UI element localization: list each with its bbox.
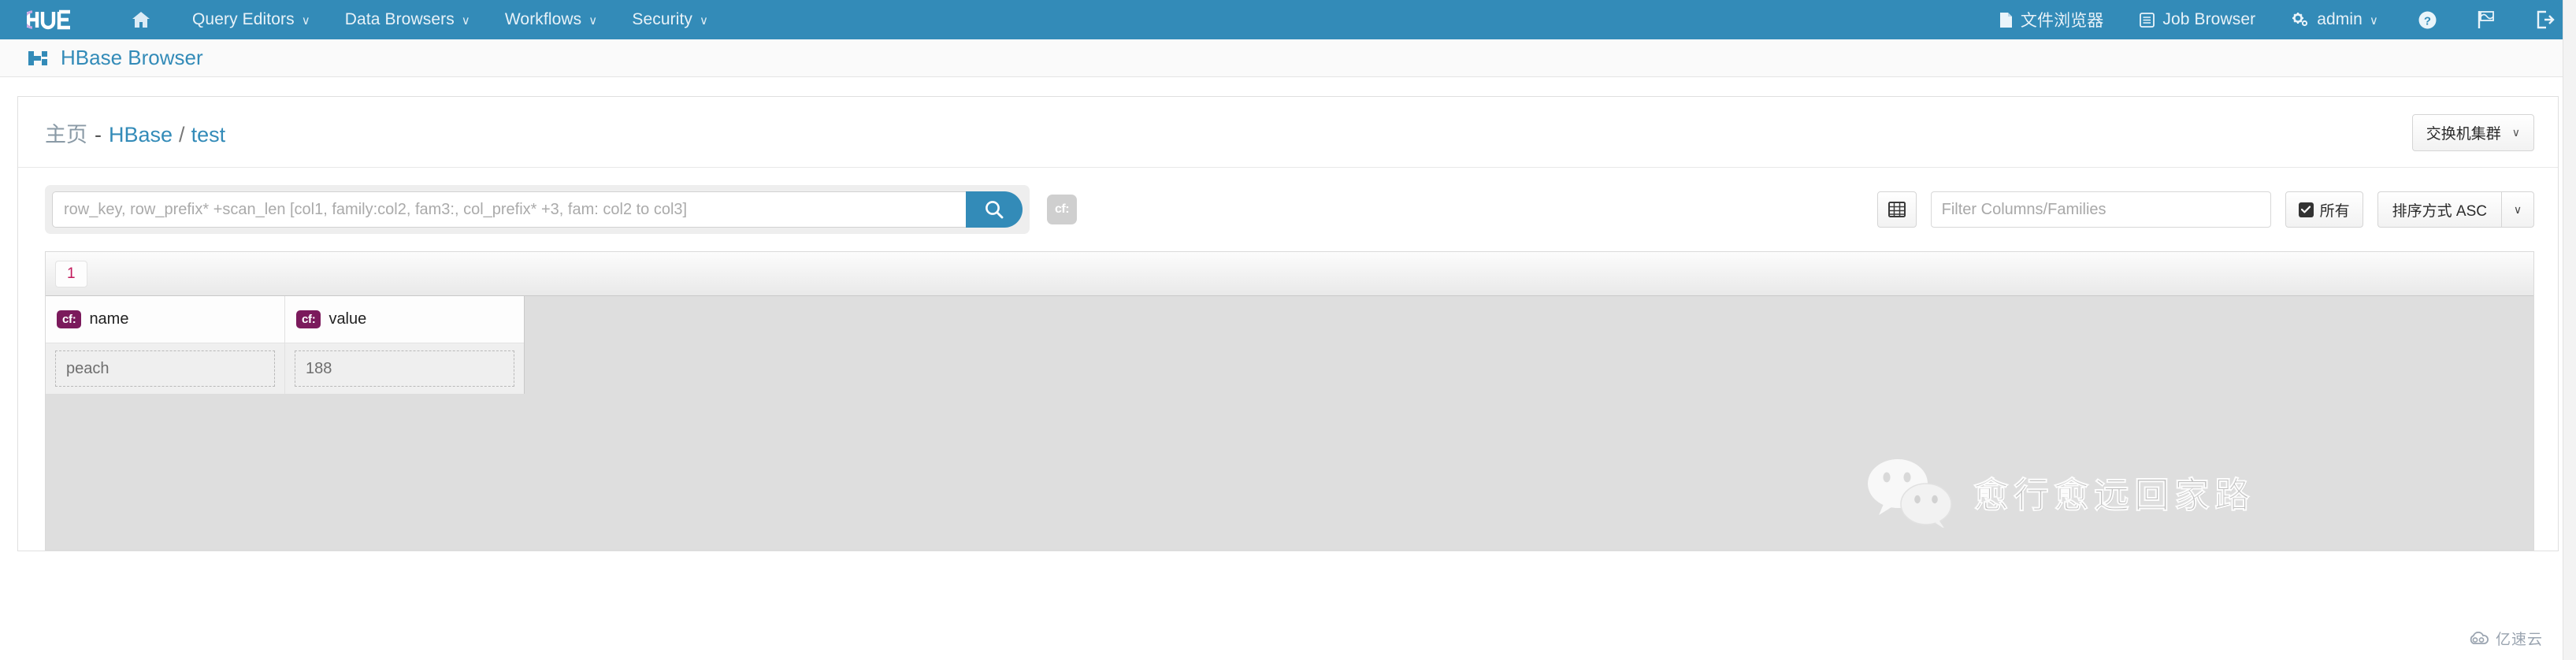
breadcrumb-home[interactable]: 主页 xyxy=(45,117,87,148)
flag-icon xyxy=(2478,11,2494,28)
navbar-left-group: Query Editors ∨ Data Browsers ∨ Workflow… xyxy=(27,0,743,39)
cloud-icon xyxy=(2470,631,2489,644)
page-scrollbar[interactable] xyxy=(2563,0,2576,660)
grid-column-value: cf: value 188 xyxy=(285,296,525,394)
hbase-panel: 主页 - HBase / test 交换机集群 ∨ row_key, row_p… xyxy=(17,96,2559,551)
chevron-down-icon: ∨ xyxy=(700,14,709,28)
provider-watermark: 亿速云 xyxy=(2468,628,2543,649)
column-header: cf: name xyxy=(46,296,284,343)
cell-value-name[interactable]: peach xyxy=(55,350,275,387)
home-icon xyxy=(132,11,150,28)
breadcrumb: 主页 - HBase / test xyxy=(45,117,225,148)
hbase-logo-icon xyxy=(28,49,50,68)
grid-view-button[interactable] xyxy=(1876,191,1917,228)
row-key-search-input[interactable] xyxy=(52,191,966,228)
row-key-bar: 1 xyxy=(46,252,2533,296)
nav-label: Security xyxy=(632,10,693,28)
page-title: HBase Browser xyxy=(28,46,203,70)
chevron-down-icon: ∨ xyxy=(461,14,470,28)
select-all-label: 所有 xyxy=(2319,202,2350,220)
switch-cluster-button[interactable]: 交换机集群 ∨ xyxy=(2411,114,2534,151)
chevron-down-icon: ∨ xyxy=(2369,14,2378,28)
panel-header: 主页 - HBase / test 交换机集群 ∨ xyxy=(18,96,2558,167)
table-row: 188 xyxy=(285,343,524,394)
query-toolbar: cf: 所有 xyxy=(18,167,2558,251)
nav-label: 文件浏览器 xyxy=(2020,12,2104,30)
app-header: HBase Browser xyxy=(0,39,2576,77)
chevron-down-icon: ∨ xyxy=(2513,202,2522,216)
content-area: 主页 - HBase / test 交换机集群 ∨ row_key, row_p… xyxy=(0,77,2576,551)
nav-logout-button[interactable] xyxy=(2536,10,2556,29)
breadcrumb-table[interactable]: test xyxy=(191,123,226,147)
hue-logo[interactable] xyxy=(27,0,85,39)
checkbox-checked-icon xyxy=(2298,202,2314,217)
toolbar-right-group: 所有 排序方式 ASC ∨ xyxy=(1876,191,2534,228)
breadcrumb-separator: - xyxy=(95,123,102,146)
column-family-label: cf: xyxy=(1054,202,1070,216)
sort-order-label: 排序方式 ASC xyxy=(2392,202,2487,220)
nav-help-button[interactable]: ? xyxy=(2418,10,2437,30)
logout-icon xyxy=(2537,10,2555,29)
row-key-value: 1 xyxy=(67,265,76,282)
nav-home-button[interactable] xyxy=(131,10,151,30)
gears-icon xyxy=(2292,12,2309,28)
nav-item-workflows[interactable]: Workflows ∨ xyxy=(505,10,597,29)
nav-item-security[interactable]: Security ∨ xyxy=(632,10,708,29)
column-family-button[interactable]: cf: xyxy=(1047,195,1077,224)
chevron-down-icon: ∨ xyxy=(2511,126,2520,139)
switch-cluster-label: 交换机集群 xyxy=(2426,126,2501,143)
grid-column-name: cf: name peach xyxy=(46,296,285,394)
sort-order-button[interactable]: 排序方式 ASC xyxy=(2377,191,2501,228)
nav-item-query-editors[interactable]: Query Editors ∨ xyxy=(192,10,310,29)
list-icon xyxy=(2140,12,2155,28)
filter-columns-input[interactable] xyxy=(1930,191,2271,228)
cf-badge: cf: xyxy=(57,310,82,328)
nav-label: Query Editors xyxy=(192,10,295,28)
grid-icon xyxy=(1887,202,1906,217)
search-shell xyxy=(45,185,1030,234)
nav-label: admin xyxy=(2317,10,2363,28)
search-icon xyxy=(985,201,1004,219)
column-header: cf: value xyxy=(285,296,524,343)
navbar-right-group: 文件浏览器 Job Browser admin ∨ ? xyxy=(1963,8,2556,32)
sort-order-dropdown-button[interactable]: ∨ xyxy=(2501,191,2534,228)
svg-text:?: ? xyxy=(2424,14,2431,28)
nav-item-job-browser[interactable]: Job Browser xyxy=(2140,10,2255,29)
row-key-chip[interactable]: 1 xyxy=(55,260,87,287)
cf-badge: cf: xyxy=(296,310,321,328)
cell-value-value[interactable]: 188 xyxy=(295,350,514,387)
chevron-down-icon: ∨ xyxy=(301,14,310,28)
nav-label: Job Browser xyxy=(2162,10,2256,28)
help-icon: ? xyxy=(2418,11,2437,28)
nav-label: Data Browsers xyxy=(344,10,455,28)
breadcrumb-slash: / xyxy=(179,123,185,146)
provider-watermark-text: 亿速云 xyxy=(2495,632,2543,648)
search-submit-button[interactable] xyxy=(966,191,1023,228)
breadcrumb-cluster[interactable]: HBase xyxy=(109,123,173,147)
top-navbar: Query Editors ∨ Data Browsers ∨ Workflow… xyxy=(0,0,2576,39)
column-header-label: name xyxy=(89,310,129,328)
sort-button-group: 排序方式 ASC ∨ xyxy=(2377,191,2534,228)
results-container: 1 cf: name peach cf: value 188 xyxy=(45,251,2534,551)
nav-item-file-browser[interactable]: 文件浏览器 xyxy=(1999,8,2104,32)
select-all-button[interactable]: 所有 xyxy=(2285,191,2363,228)
nav-label: Workflows xyxy=(504,10,582,28)
hue-logo-icon xyxy=(27,9,70,30)
file-icon xyxy=(1999,12,2013,28)
results-grid: cf: name peach cf: value 188 xyxy=(46,296,525,394)
nav-item-admin[interactable]: admin ∨ xyxy=(2292,10,2378,29)
nav-flag-button[interactable] xyxy=(2477,10,2496,29)
app-title-text: HBase Browser xyxy=(61,46,203,69)
column-header-label: value xyxy=(328,310,367,328)
chevron-down-icon: ∨ xyxy=(588,14,598,28)
nav-item-data-browsers[interactable]: Data Browsers ∨ xyxy=(345,10,470,29)
table-row: peach xyxy=(46,343,284,394)
